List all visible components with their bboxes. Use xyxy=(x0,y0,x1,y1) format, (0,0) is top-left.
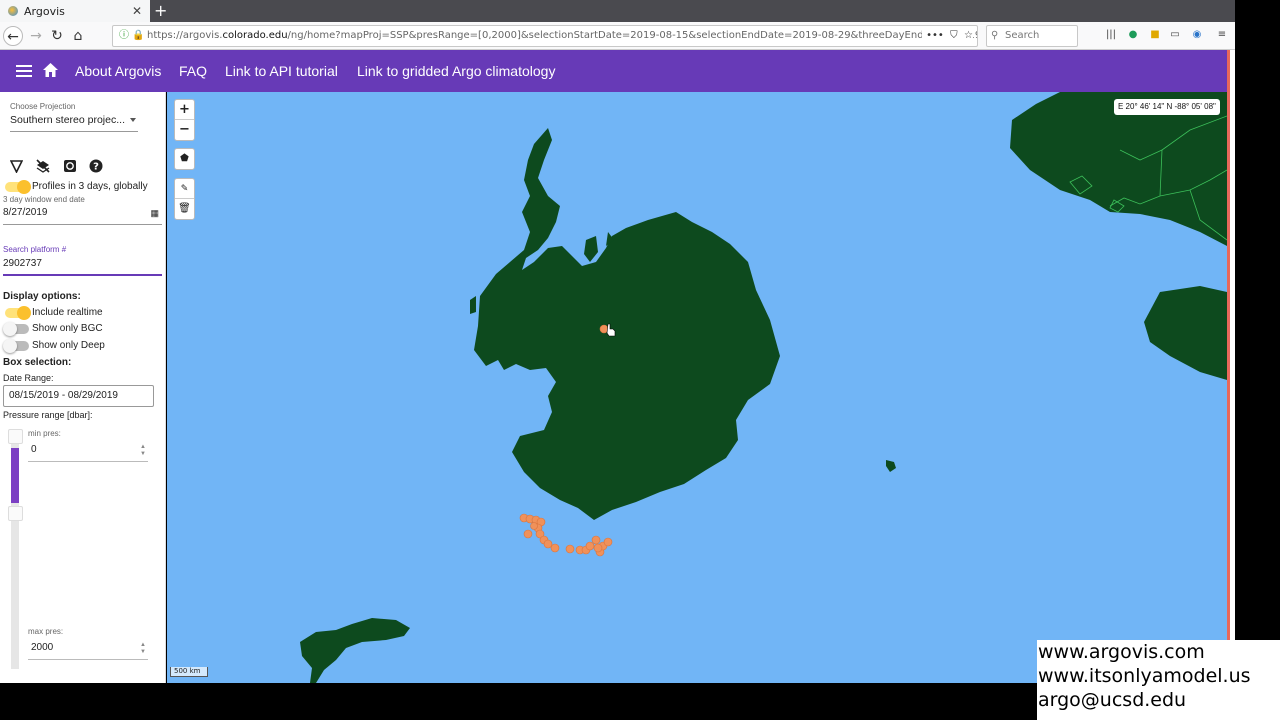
display-options-heading: Display options: xyxy=(3,291,81,302)
calendar-icon[interactable]: ▦ xyxy=(150,208,159,219)
date-range-label: Date Range: xyxy=(3,373,54,383)
map-scale-bar: 500 km xyxy=(170,667,208,677)
platform-search-input[interactable]: 2902737 xyxy=(3,258,162,276)
include-realtime-label: Include realtime xyxy=(32,307,103,318)
home-icon[interactable]: ⌂ xyxy=(68,26,88,46)
date-range-input[interactable]: 08/15/2019 - 08/29/2019 xyxy=(3,385,154,407)
account-icon[interactable]: ◉ xyxy=(1190,28,1204,42)
map-land-layer xyxy=(300,92,1227,683)
profiles-toggle[interactable] xyxy=(5,180,31,194)
min-pres-input[interactable]: 0 ▲ ▼ xyxy=(28,444,148,462)
app-home-icon[interactable] xyxy=(43,63,58,77)
overlay-line-itsonlyamodel: www.itsonlyamodel.us xyxy=(1038,665,1251,687)
only-deep-toggle[interactable] xyxy=(3,339,29,353)
antarctica-landmass xyxy=(474,128,780,520)
zoom-controls: + − xyxy=(174,99,195,141)
projection-select[interactable]: Southern stereo projec... xyxy=(10,114,138,132)
zoom-in-button[interactable]: + xyxy=(175,100,194,120)
faq-link[interactable]: FAQ xyxy=(179,63,207,79)
date-range-value: 08/15/2019 - 08/29/2019 xyxy=(9,390,118,401)
spinner-icon[interactable]: ▲ ▼ xyxy=(140,444,146,458)
projection-label: Choose Projection xyxy=(10,102,76,111)
max-pres-value: 2000 xyxy=(31,642,54,653)
draw-polygon-icon[interactable]: ⬟ xyxy=(175,149,194,169)
right-edge-strip xyxy=(1227,50,1235,640)
about-argovis-link[interactable]: About Argovis xyxy=(75,63,161,79)
small-island xyxy=(886,460,896,472)
include-realtime-toggle[interactable] xyxy=(5,306,31,320)
only-bgc-label: Show only BGC xyxy=(32,323,103,334)
filter-icon[interactable] xyxy=(10,160,23,173)
draw-polygon-control: ⬟ xyxy=(174,148,195,170)
projection-value: Southern stereo projec... xyxy=(10,114,125,126)
grammarly-icon[interactable]: ● xyxy=(1126,28,1140,42)
extension-icon[interactable]: ■ xyxy=(1148,28,1162,42)
min-pres-label: min pres: xyxy=(28,429,61,438)
back-icon[interactable]: ← xyxy=(3,26,23,46)
help-icon[interactable]: ? xyxy=(89,159,103,173)
hamburger-menu-icon[interactable] xyxy=(16,62,32,80)
profiles-toggle-label: Profiles in 3 days, globally xyxy=(32,181,148,192)
close-tab-icon[interactable]: ✕ xyxy=(132,4,142,18)
spinner-icon[interactable]: ▲ ▼ xyxy=(140,642,146,656)
search-input[interactable]: ⚲ Search xyxy=(986,25,1078,47)
search-placeholder: Search xyxy=(1005,30,1040,41)
api-tutorial-link[interactable]: Link to API tutorial xyxy=(225,63,338,79)
gridded-climatology-link[interactable]: Link to gridded Argo climatology xyxy=(357,63,555,79)
browser-nav-bar: ← → ↻ ⌂ ⓘ 🔒 https://argovis.colorado.edu… xyxy=(0,22,1235,50)
only-deep-label: Show only Deep xyxy=(32,340,105,351)
url-prefix: https://argovis. xyxy=(147,30,223,41)
search-icon: ⚲ xyxy=(991,30,999,41)
delete-layers-icon[interactable]: 🗑 xyxy=(175,199,194,219)
sidebar: Choose Projection Southern stereo projec… xyxy=(0,92,166,683)
url-rest: /ng/home?mapProj=SSP&presRange=[0,2000]&… xyxy=(287,30,978,41)
library-icon[interactable]: ||| xyxy=(1104,28,1118,42)
window-end-label: 3 day window end date xyxy=(3,195,85,204)
platform-search-value: 2902737 xyxy=(3,258,42,269)
max-pres-input[interactable]: 2000 ▲ ▼ xyxy=(28,642,148,660)
edit-layers-icon[interactable]: ✎ xyxy=(175,179,194,199)
reload-icon[interactable]: ↻ xyxy=(47,26,67,46)
url-domain: colorado.edu xyxy=(222,30,288,41)
svg-text:?: ? xyxy=(93,162,99,173)
pressure-slider-fill xyxy=(11,448,19,503)
overlay-line-argovis: www.argovis.com xyxy=(1038,641,1205,663)
australia-landmass xyxy=(1144,286,1227,380)
window-end-date-input[interactable]: 8/27/2019 ▦ xyxy=(3,207,162,225)
box-selection-heading: Box selection: xyxy=(3,357,72,368)
map-canvas[interactable] xyxy=(167,92,1227,683)
tab-title: Argovis xyxy=(24,4,65,18)
chevron-down-icon xyxy=(130,118,136,122)
only-bgc-toggle[interactable] xyxy=(3,322,29,336)
min-pres-value: 0 xyxy=(31,444,37,455)
url-actions[interactable]: ••• ⛉ ☆ xyxy=(922,26,973,46)
africa-landmass xyxy=(1010,92,1227,246)
mouse-coordinate-readout: E 20° 46' 14" N -88° 05' 08" xyxy=(1114,99,1220,115)
max-pres-label: max pres: xyxy=(28,627,64,636)
browser-menu-icon[interactable]: ≡ xyxy=(1215,28,1229,42)
pressure-slider-max-handle[interactable] xyxy=(8,506,23,521)
url-bar[interactable]: ⓘ 🔒 https://argovis.colorado.edu/ng/home… xyxy=(112,25,978,47)
window-end-value: 8/27/2019 xyxy=(3,207,48,218)
argovis-favicon-icon xyxy=(8,6,18,16)
new-tab-icon[interactable]: + xyxy=(154,1,167,20)
app-bar: About Argovis FAQ Link to API tutorial L… xyxy=(0,50,1227,92)
zoom-out-button[interactable]: − xyxy=(175,120,194,140)
south-america-landmass xyxy=(300,618,410,683)
reset-icon[interactable] xyxy=(63,159,77,173)
layers-off-icon[interactable] xyxy=(36,159,50,173)
sidebar-icon[interactable]: ▭ xyxy=(1168,28,1182,42)
platform-search-label: Search platform # xyxy=(3,245,67,254)
pressure-slider-min-handle[interactable] xyxy=(8,429,23,444)
browser-tab-bar: Argovis ✕ + xyxy=(0,0,1235,22)
contact-overlay: www.argovis.com www.itsonlyamodel.us arg… xyxy=(1037,640,1280,720)
pressure-range-label: Pressure range [dbar]: xyxy=(3,410,93,420)
browser-tab[interactable]: Argovis ✕ xyxy=(0,0,150,22)
forward-icon[interactable]: → xyxy=(26,26,46,46)
edit-controls: ✎ 🗑 xyxy=(174,178,195,220)
overlay-line-email: argo@ucsd.edu xyxy=(1038,689,1187,711)
lock-icon: ⓘ 🔒 xyxy=(119,30,145,41)
